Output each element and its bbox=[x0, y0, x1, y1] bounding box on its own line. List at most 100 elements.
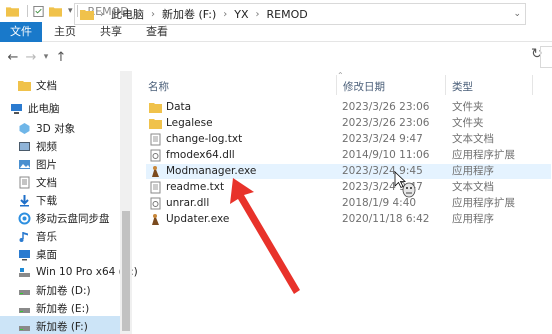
breadcrumb-this-pc[interactable]: 此电脑 bbox=[111, 6, 144, 22]
nav-item-label: 文档 bbox=[36, 79, 57, 92]
desktop-icon bbox=[19, 249, 30, 260]
file-type: 应用程序扩展 bbox=[452, 197, 515, 209]
file-type: 文本文档 bbox=[452, 133, 494, 145]
breadcrumb-separator[interactable]: › bbox=[223, 9, 227, 20]
file-name: Data bbox=[166, 101, 192, 113]
tab-view[interactable]: 查看 bbox=[134, 22, 180, 42]
dll-file-icon bbox=[150, 149, 161, 162]
column-header-name[interactable]: 名称 bbox=[148, 79, 169, 94]
music-icon bbox=[19, 231, 28, 242]
file-row[interactable]: Modmanager.exe 2023/3/24 9:45 应用程序 bbox=[146, 164, 551, 179]
breadcrumb-separator[interactable]: › bbox=[256, 9, 260, 20]
download-icon bbox=[20, 194, 29, 206]
nav-item-label: 图片 bbox=[36, 158, 57, 171]
file-type: 文本文档 bbox=[452, 181, 494, 193]
quick-access-toolbar: ▾ bbox=[6, 5, 82, 17]
file-row[interactable]: readme.txt 2023/3/24 9:47 文本文档 bbox=[146, 180, 551, 195]
nav-item-music[interactable]: 音乐 bbox=[18, 226, 57, 246]
file-date: 2023/3/26 23:06 bbox=[342, 117, 430, 129]
file-date: 2023/3/24 9:47 bbox=[342, 133, 423, 145]
nav-item-label: 新加卷 (D:) bbox=[36, 284, 91, 297]
navigation-bar: ← → ▾ ↑ bbox=[0, 43, 552, 71]
tab-file[interactable]: 文件 bbox=[0, 22, 42, 42]
tab-home[interactable]: 主页 bbox=[42, 22, 88, 42]
computer-icon bbox=[11, 103, 22, 114]
file-row[interactable]: Updater.exe 2020/11/18 6:42 应用程序 bbox=[146, 212, 551, 227]
nav-item-pictures[interactable]: 图片 bbox=[18, 154, 57, 174]
folder-icon bbox=[149, 103, 162, 113]
3d-objects-icon bbox=[19, 122, 30, 134]
breadcrumb-remod[interactable]: REMOD bbox=[267, 8, 308, 21]
search-input[interactable] bbox=[540, 46, 552, 68]
nav-scrollbar[interactable] bbox=[120, 71, 132, 334]
file-type: 应用程序 bbox=[452, 165, 494, 177]
nav-item-label: 视频 bbox=[36, 140, 57, 153]
folder-icon bbox=[18, 80, 31, 91]
nav-item-label: 移动云盘同步盘 bbox=[36, 212, 110, 225]
nav-item-drive-e[interactable]: 新加卷 (E:) bbox=[18, 298, 89, 318]
file-name: change-log.txt bbox=[166, 133, 243, 145]
column-divider[interactable] bbox=[532, 75, 533, 95]
nav-item-label: 文档 bbox=[36, 176, 57, 189]
recent-locations-button[interactable]: ▾ bbox=[40, 52, 52, 62]
file-row[interactable]: unrar.dll 2018/1/9 4:40 应用程序扩展 bbox=[146, 196, 551, 211]
nav-scrollbar-thumb[interactable] bbox=[122, 211, 130, 331]
folder-icon bbox=[149, 119, 162, 129]
nav-item-drive-f[interactable]: 新加卷 (F:) bbox=[0, 316, 120, 334]
file-name: Legalese bbox=[166, 117, 213, 129]
nav-item-videos[interactable]: 视频 bbox=[18, 136, 57, 156]
back-button[interactable]: ← bbox=[4, 50, 22, 65]
tab-share[interactable]: 共享 bbox=[88, 22, 134, 42]
text-file-icon bbox=[150, 133, 161, 146]
file-name: readme.txt bbox=[166, 181, 225, 193]
file-row[interactable]: fmodex64.dll 2014/9/10 11:06 应用程序扩展 bbox=[146, 148, 551, 163]
drive-icon bbox=[19, 289, 30, 295]
column-divider[interactable] bbox=[336, 75, 337, 95]
column-header-date[interactable]: 修改日期 bbox=[343, 79, 385, 94]
file-type: 应用程序 bbox=[452, 213, 494, 225]
file-list: ⌃ 名称 修改日期 类型 Data 2023/3/26 23:06 文件夹 Le… bbox=[132, 71, 552, 334]
nav-item-3d-objects[interactable]: 3D 对象 bbox=[18, 118, 75, 138]
breadcrumb-drive-f[interactable]: 新加卷 (F:) bbox=[162, 6, 216, 22]
nav-item-label: 此电脑 bbox=[28, 102, 60, 115]
nav-item-label: 桌面 bbox=[36, 248, 57, 261]
ribbon-tabs: 文件 主页 共享 查看 bbox=[0, 22, 552, 42]
nav-item-cloud-sync[interactable]: 移动云盘同步盘 bbox=[18, 208, 110, 228]
nav-item-documents-quick[interactable]: 文档 bbox=[18, 75, 57, 95]
nav-item-downloads[interactable]: 下载 bbox=[18, 190, 57, 210]
file-row[interactable]: Data 2023/3/26 23:06 文件夹 bbox=[146, 100, 551, 115]
address-dropdown-icon[interactable]: ⌄ bbox=[513, 9, 521, 19]
file-date: 2014/9/10 11:06 bbox=[342, 149, 430, 161]
annotation-arrow bbox=[230, 178, 300, 294]
video-icon bbox=[19, 141, 30, 151]
customize-toolbar-icon[interactable]: ▾ bbox=[68, 6, 73, 16]
drive-icon bbox=[19, 325, 30, 331]
nav-item-this-pc[interactable]: 此电脑 bbox=[10, 98, 60, 118]
breadcrumb-separator[interactable]: › bbox=[100, 9, 104, 20]
up-button[interactable]: ↑ bbox=[52, 50, 70, 65]
nav-item-desktop[interactable]: 桌面 bbox=[18, 244, 57, 264]
nav-item-label: 3D 对象 bbox=[36, 122, 76, 135]
address-bar[interactable]: › 此电脑 › 新加卷 (F:) › YX › REMOD ⌄ bbox=[74, 3, 526, 25]
breadcrumb-yx[interactable]: YX bbox=[234, 8, 248, 21]
nav-item-documents[interactable]: 文档 bbox=[18, 172, 57, 192]
file-row[interactable]: change-log.txt 2023/3/24 9:47 文本文档 bbox=[146, 132, 551, 147]
file-type: 文件夹 bbox=[452, 101, 484, 113]
nav-item-label: 下载 bbox=[36, 194, 57, 207]
properties-icon[interactable] bbox=[32, 5, 45, 17]
folder-icon bbox=[80, 9, 94, 20]
nav-item-drive-d[interactable]: 新加卷 (D:) bbox=[18, 280, 91, 300]
cloud-sync-icon bbox=[18, 212, 31, 224]
picture-icon bbox=[19, 159, 30, 169]
app-exe-icon bbox=[152, 214, 159, 225]
app-exe-icon bbox=[152, 166, 159, 177]
column-divider[interactable] bbox=[445, 75, 446, 95]
new-folder-icon[interactable] bbox=[49, 6, 62, 17]
forward-button[interactable]: → bbox=[22, 50, 40, 65]
dll-file-icon bbox=[150, 197, 161, 210]
column-header-type[interactable]: 类型 bbox=[452, 79, 473, 94]
breadcrumb-separator[interactable]: › bbox=[151, 9, 155, 20]
drive-icon bbox=[19, 307, 30, 313]
file-name: Modmanager.exe bbox=[166, 165, 257, 177]
file-row[interactable]: Legalese 2023/3/26 23:06 文件夹 bbox=[146, 116, 551, 131]
